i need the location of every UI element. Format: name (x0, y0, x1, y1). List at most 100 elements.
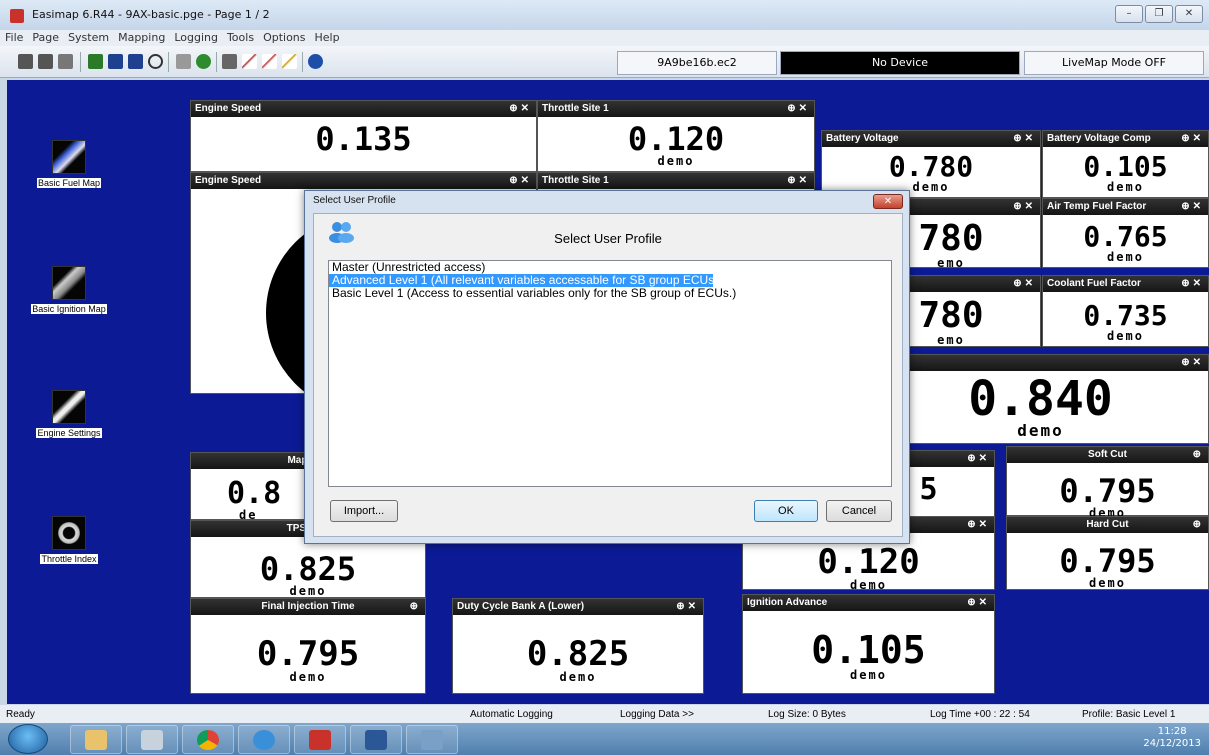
pin-close-icon[interactable]: ⊕✕ (1181, 199, 1204, 215)
wrench-icon (52, 390, 86, 424)
pin-close-icon[interactable]: ⊕✕ (1181, 355, 1204, 371)
window-title: Easimap 6.R44 - 9AX-basic.pge - Page 1 /… (32, 8, 270, 21)
menu-system[interactable]: System (63, 30, 113, 44)
pin-close-icon[interactable]: ⊕✕ (787, 173, 810, 189)
gauge-title: Ignition Advance (747, 597, 828, 608)
gauge-engine-speed[interactable]: Engine Speed ⊕✕ 0.135 (190, 100, 537, 172)
page-icon[interactable] (18, 54, 33, 69)
taskbar-easimap[interactable] (294, 725, 346, 754)
camera-icon[interactable] (222, 54, 237, 69)
info-icon[interactable] (196, 54, 211, 69)
gauge-value: 0.105 (811, 628, 926, 672)
next-page-icon[interactable] (128, 54, 143, 69)
profile-status: Profile: Basic Level 1 (1082, 709, 1176, 720)
gauge-hard-cut[interactable]: Hard Cut ⊕ 0.795 demo (1006, 516, 1209, 590)
menu-options[interactable]: Options (258, 30, 309, 44)
help-icon[interactable] (308, 54, 323, 69)
pin-close-icon[interactable]: ⊕✕ (509, 173, 532, 189)
chrome-icon (197, 730, 219, 750)
page-list-icon[interactable] (38, 54, 53, 69)
gauge-demo-label: demo (1089, 576, 1126, 590)
tools-icon[interactable] (176, 54, 191, 69)
gauge-battery-voltage[interactable]: Battery Voltage ⊕✕ 0.780 demo (821, 130, 1041, 198)
restore-button[interactable]: ❐ (1145, 5, 1173, 23)
close-button[interactable]: ✕ (1175, 5, 1203, 23)
new-page-icon[interactable] (58, 54, 73, 69)
pin-close-icon[interactable]: ⊕✕ (967, 451, 990, 467)
clock-icon[interactable] (148, 54, 163, 69)
select-user-profile-dialog: Select User Profile ✕ Select User Profil… (304, 190, 910, 544)
gauge-battery-voltage-comp[interactable]: Battery Voltage Comp ⊕✕ 0.105 demo (1042, 130, 1209, 198)
minimize-button[interactable]: – (1115, 5, 1143, 23)
taskbar-explorer[interactable] (70, 725, 122, 754)
pin-close-icon[interactable]: ⊕✕ (967, 517, 990, 533)
gauge-demo-label: demo (1107, 180, 1144, 194)
pin-icon[interactable]: ⊕ (410, 599, 421, 615)
profile-option-basic-level-1[interactable]: Basic Level 1 (Access to essential varia… (329, 287, 891, 300)
ok-button[interactable]: OK (754, 500, 818, 522)
taskbar-network[interactable] (406, 725, 458, 754)
gauge-demo-label: demo (1107, 329, 1144, 343)
taskbar-ie[interactable] (238, 725, 290, 754)
start-button[interactable] (8, 724, 48, 754)
gauge-title: Throttle Site 1 (542, 175, 609, 186)
gauge-demo-label: demo (289, 670, 327, 684)
gauge-soft-cut[interactable]: Soft Cut ⊕ 0.795 demo (1006, 446, 1209, 519)
menu-tools[interactable]: Tools (222, 30, 258, 44)
pin-icon[interactable]: ⊕ (1193, 447, 1204, 463)
gauge-coolant-fuel-factor[interactable]: Coolant Fuel Factor ⊕✕ 0.735 demo (1042, 275, 1209, 347)
menu-file[interactable]: File (0, 30, 27, 44)
log-time: Log Time +00 : 22 : 54 (930, 709, 1030, 720)
taskbar-word[interactable] (350, 725, 402, 754)
gauge-air-temp-fuel-factor[interactable]: Air Temp Fuel Factor ⊕✕ 0.765 demo (1042, 198, 1209, 268)
taskbar-chrome[interactable] (182, 725, 234, 754)
system-tray-clock[interactable]: 11:28 24/12/2013 (1143, 726, 1201, 750)
gauge-final-injection-time[interactable]: Final Injection Time ⊕ 0.795 demo (190, 598, 426, 694)
dialog-title: Select User Profile (313, 195, 396, 206)
gauge-throttle-site[interactable]: Throttle Site 1 ⊕✕ 0.120 demo (537, 100, 815, 172)
menu-page[interactable]: Page (27, 30, 63, 44)
gauge-duty-cycle-bank-a[interactable]: Duty Cycle Bank A (Lower) ⊕✕ 0.825 demo (452, 598, 704, 694)
gauge-value: 0.780 (888, 150, 974, 183)
livemap-status[interactable]: LiveMap Mode OFF (1024, 51, 1204, 75)
map-icon[interactable] (88, 54, 103, 69)
desktop-icon-basic-fuel-map[interactable]: Basic Fuel Map (24, 140, 114, 189)
gauge-value: 0.825 (526, 634, 630, 674)
dialog-body: Select User Profile Master (Unrestricted… (313, 213, 903, 537)
profile-list[interactable]: Master (Unrestricted access) Advanced Le… (328, 260, 892, 487)
gauge-value: 0.120 (627, 120, 725, 158)
gauge-title: Duty Cycle Bank A (Lower) (457, 601, 585, 612)
gauge-title: Throttle Site 1 (542, 103, 609, 114)
pin-close-icon[interactable]: ⊕✕ (509, 101, 532, 117)
previous-page-icon[interactable] (108, 54, 123, 69)
dialog-close-button[interactable]: ✕ (873, 194, 903, 209)
wand-red-icon[interactable] (262, 54, 277, 69)
pin-close-icon[interactable]: ⊕✕ (787, 101, 810, 117)
pin-close-icon[interactable]: ⊕✕ (1013, 199, 1036, 215)
cancel-button[interactable]: Cancel (826, 500, 892, 522)
automatic-logging[interactable]: Automatic Logging (470, 709, 553, 720)
menu-help[interactable]: Help (310, 30, 344, 44)
desktop-icon-throttle-index[interactable]: Throttle Index (24, 516, 114, 565)
gauge-ignition-advance[interactable]: Ignition Advance ⊕✕ 0.105 demo (742, 594, 995, 694)
pin-close-icon[interactable]: ⊕✕ (1013, 131, 1036, 147)
gauge-demo-label: demo (850, 578, 887, 592)
pin-close-icon[interactable]: ⊕✕ (1181, 276, 1204, 292)
wand-yellow-icon[interactable] (282, 54, 297, 69)
logging-data[interactable]: Logging Data >> (620, 709, 694, 720)
internet-explorer-icon (253, 730, 275, 750)
wand-icon[interactable] (242, 54, 257, 69)
pin-close-icon[interactable]: ⊕✕ (676, 599, 699, 615)
pin-icon[interactable]: ⊕ (1193, 517, 1204, 533)
menu-mapping[interactable]: Mapping (113, 30, 169, 44)
import-button[interactable]: Import... (330, 500, 398, 522)
gauge-value: 0.105 (1083, 150, 1168, 183)
pin-close-icon[interactable]: ⊕✕ (1181, 131, 1204, 147)
pin-close-icon[interactable]: ⊕✕ (1013, 276, 1036, 292)
menu-logging[interactable]: Logging (169, 30, 222, 44)
desktop-icon-basic-ignition-map[interactable]: Basic Ignition Map (24, 266, 114, 315)
taskbar-calculator[interactable] (126, 725, 178, 754)
gauge-title: Battery Voltage (826, 133, 899, 144)
pin-close-icon[interactable]: ⊕✕ (967, 595, 990, 611)
desktop-icon-engine-settings[interactable]: Engine Settings (24, 390, 114, 439)
